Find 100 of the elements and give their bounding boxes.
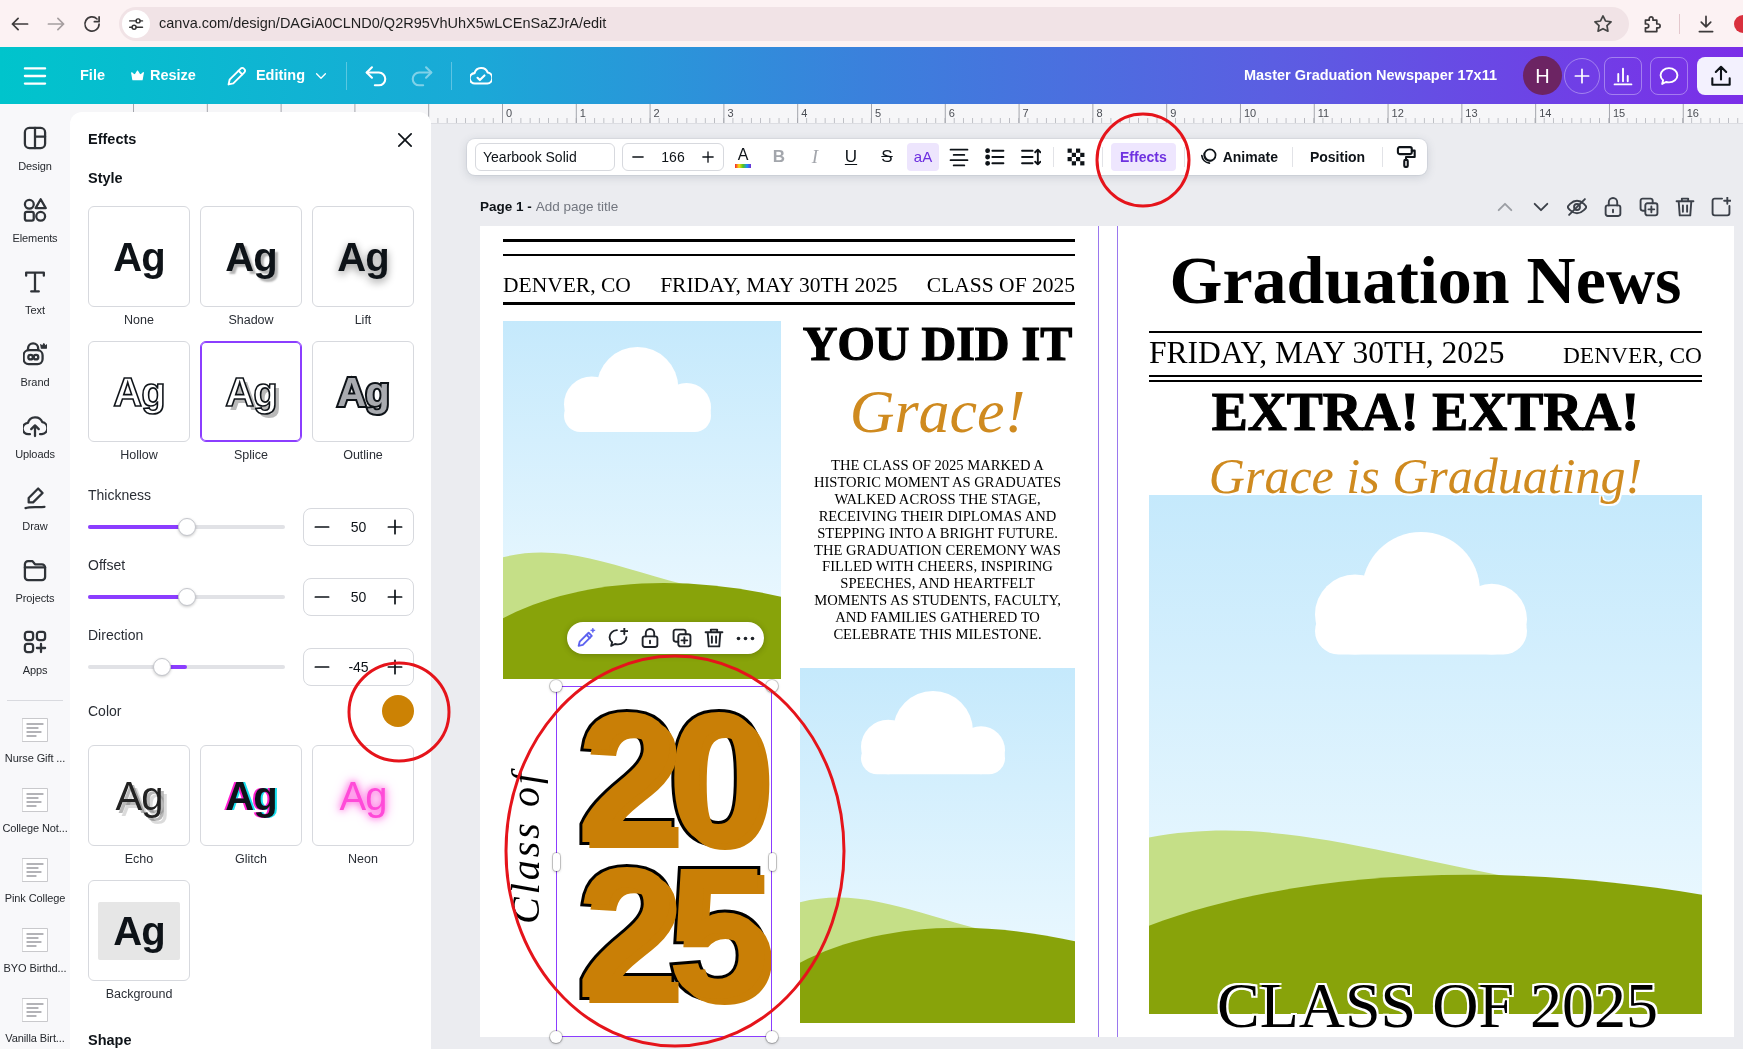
- effect-style-option[interactable]: Ag: [312, 206, 414, 307]
- effect-style-option[interactable]: Ag: [200, 341, 302, 442]
- star-icon[interactable]: [1594, 14, 1612, 33]
- effect-style-option[interactable]: Ag: [88, 745, 190, 846]
- slider-thumb[interactable]: [177, 518, 196, 536]
- resize-handle[interactable]: [550, 1031, 562, 1043]
- sidebar-item[interactable]: Design: [0, 124, 70, 196]
- undo-icon[interactable]: [365, 64, 388, 87]
- recent-design-item[interactable]: Pink College: [0, 841, 70, 911]
- comment-icon: [1659, 65, 1679, 86]
- recent-design-item[interactable]: BYO Birthd...: [0, 911, 70, 981]
- position-button[interactable]: Position: [1300, 143, 1375, 171]
- font-field[interactable]: Yearbook Solid: [475, 143, 615, 171]
- add-page-icon[interactable]: [1711, 197, 1731, 217]
- resize-handle[interactable]: [552, 852, 560, 871]
- underline-button[interactable]: U: [835, 143, 867, 171]
- dateline-text: DENVER, CO: [503, 272, 631, 299]
- headline: YOU DID IT: [801, 322, 1074, 366]
- effect-style-option[interactable]: Ag: [200, 206, 302, 307]
- slider-thumb[interactable]: [177, 588, 196, 606]
- comment-add-icon[interactable]: [608, 628, 628, 648]
- script-caption: Class of: [503, 767, 549, 924]
- resize-handle[interactable]: [766, 1031, 778, 1043]
- effect-style-option[interactable]: Ag: [88, 341, 190, 442]
- close-icon[interactable]: [396, 131, 414, 149]
- section-heading: Style: [88, 169, 124, 188]
- headline: EXTRA! EXTRA!: [1210, 383, 1641, 441]
- share-button[interactable]: [1697, 56, 1743, 95]
- recent-design-item[interactable]: College Not...: [0, 771, 70, 841]
- slider-thumb[interactable]: [152, 658, 171, 676]
- plus-icon[interactable]: [386, 588, 404, 606]
- duplicate-icon[interactable]: [1639, 197, 1659, 217]
- trash-icon[interactable]: [704, 628, 724, 648]
- text-color-button[interactable]: A: [727, 143, 759, 171]
- recent-design-item[interactable]: Nurse Gift ...: [0, 701, 70, 771]
- puzzle-piece-icon[interactable]: [1644, 14, 1662, 33]
- masthead: Graduation News: [1168, 241, 1683, 320]
- sidebar-item[interactable]: Apps: [0, 628, 70, 700]
- sidebar-item[interactable]: Uploads: [0, 412, 70, 484]
- profile-icon[interactable]: [1733, 13, 1743, 34]
- ruler-number: 12: [1391, 106, 1405, 121]
- address-bar[interactable]: canva.com/design/DAGiA0CLND0/Q2R95VhUhX5wLCEnSaZJrA/edit: [119, 6, 1629, 41]
- document-title[interactable]: Master Graduation Newspaper 17x11: [1243, 64, 1497, 87]
- sidebar-item[interactable]: Projects: [0, 556, 70, 628]
- more-icon[interactable]: [736, 635, 755, 641]
- color-swatch-icon[interactable]: [382, 695, 414, 727]
- plus-icon[interactable]: [701, 150, 715, 164]
- resize-handle[interactable]: [550, 680, 562, 692]
- pen-icon: [23, 486, 47, 510]
- plus-icon: [1573, 66, 1591, 85]
- font-size-field[interactable]: 166: [661, 146, 685, 168]
- effect-style-option[interactable]: Ag: [88, 206, 190, 307]
- magic-pencil-icon[interactable]: [576, 628, 596, 648]
- chart-button[interactable]: [1604, 56, 1642, 95]
- effect-style-label: Shadow: [227, 312, 275, 328]
- setting-label: Offset: [88, 556, 127, 575]
- plus-icon[interactable]: [386, 658, 404, 676]
- site-info-icon[interactable]: [122, 9, 150, 38]
- slider-track[interactable]: [88, 517, 285, 537]
- sidebar-item[interactable]: Text: [0, 268, 70, 340]
- effect-style-label: Background: [104, 986, 174, 1002]
- sidebar-item[interactable]: Brand: [0, 340, 70, 412]
- effects-button[interactable]: Effects: [1111, 143, 1176, 171]
- page-title-field[interactable]: Add page title: [535, 196, 666, 218]
- value-field[interactable]: 50: [350, 516, 367, 538]
- lock-icon[interactable]: [1603, 197, 1623, 217]
- lock-icon[interactable]: [640, 628, 660, 648]
- duplicate-icon[interactable]: [672, 628, 692, 648]
- sidebar-item[interactable]: Elements: [0, 196, 70, 268]
- eye-slash-icon[interactable]: [1567, 197, 1587, 217]
- recent-design-item[interactable]: Vanilla Birt...: [0, 981, 70, 1049]
- user-avatar[interactable]: H: [1523, 56, 1562, 95]
- ruler-number: 6: [948, 106, 956, 121]
- effect-style-option[interactable]: Ag: [200, 745, 302, 846]
- ruler-number: 9: [1170, 106, 1178, 121]
- ruler-number: 14: [1539, 106, 1553, 121]
- paint-roller-icon[interactable]: [1395, 146, 1418, 168]
- value-field[interactable]: -45: [348, 656, 369, 678]
- trash-icon[interactable]: [1675, 197, 1695, 217]
- setting-label: Color: [88, 702, 122, 721]
- reload-icon[interactable]: [83, 14, 101, 33]
- section-heading: Shape: [88, 1031, 133, 1049]
- slider-track[interactable]: [88, 657, 285, 677]
- url-text[interactable]: canva.com/design/DAGiA0CLND0/Q2R95VhUhX5wLCEnSaZJrA/edit: [159, 12, 607, 35]
- slider-track[interactable]: [88, 587, 285, 607]
- ruler-number: 8: [1096, 106, 1104, 121]
- animate-button[interactable]: Animate: [1192, 143, 1284, 171]
- effect-style-option[interactable]: Ag: [88, 880, 190, 981]
- value-field[interactable]: 50: [350, 586, 367, 608]
- plus-icon[interactable]: [386, 518, 404, 536]
- download-icon[interactable]: [1697, 14, 1715, 33]
- thumbnail-icon: [22, 928, 48, 952]
- sidebar-item[interactable]: Draw: [0, 484, 70, 556]
- cloud-check-icon: [470, 64, 493, 87]
- dateline-text: CLASS OF 2025: [926, 272, 1075, 299]
- resize-handle[interactable]: [768, 852, 776, 871]
- ruler-number: 13: [1465, 106, 1479, 121]
- strikethrough-button[interactable]: S: [871, 143, 903, 171]
- comment-button[interactable]: [1650, 56, 1688, 95]
- letter-case-button[interactable]: aA: [907, 143, 939, 171]
